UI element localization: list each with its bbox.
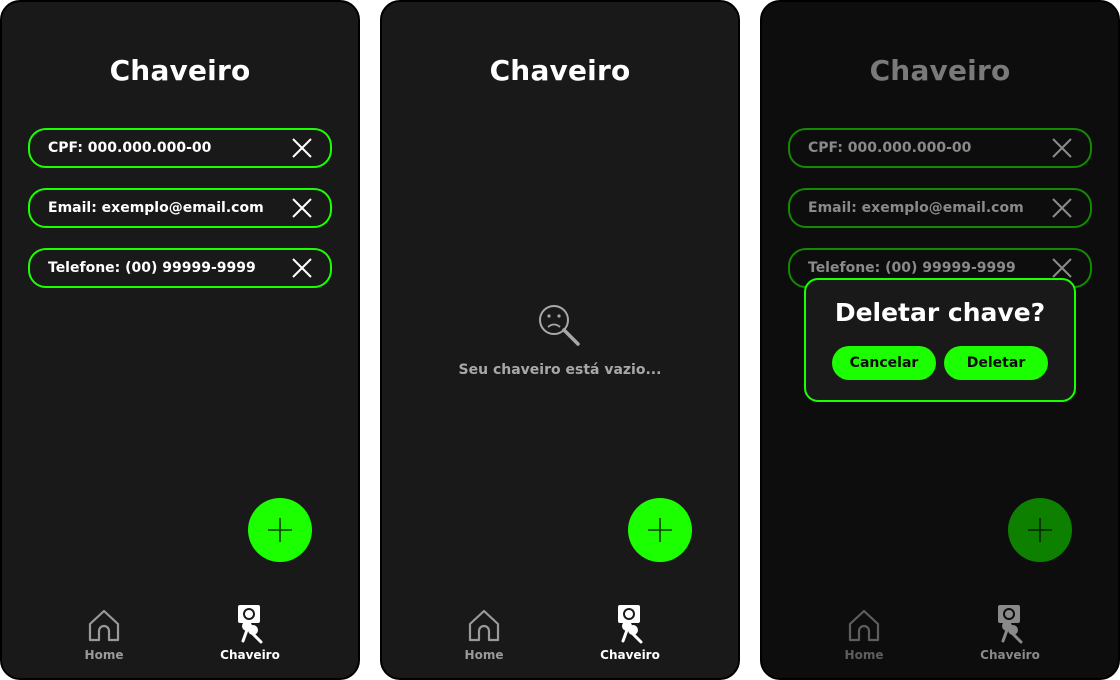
key-item-email: Email: exemplo@email.com — [28, 188, 332, 228]
nav-item-chaveiro[interactable]: Chaveiro — [598, 604, 662, 662]
plus-icon — [1028, 518, 1052, 542]
key-item-cpf: CPF: 000.000.000-00 — [28, 128, 332, 168]
home-icon — [88, 609, 120, 642]
screen-delete-confirm: Chaveiro CPF: 000.000.000-00 Email: exem… — [760, 0, 1120, 680]
nav-item-home[interactable]: Home — [82, 604, 126, 662]
dialog-title: Deletar chave? — [834, 298, 1046, 327]
nav-label-chaveiro: Chaveiro — [600, 648, 660, 662]
close-icon[interactable] — [290, 136, 314, 160]
bottom-nav: Home Chaveiro — [2, 604, 358, 664]
screen-keychain-list: Chaveiro CPF: 000.000.000-00 Email: exem… — [0, 0, 360, 680]
nav-item-chaveiro[interactable]: Chaveiro — [218, 604, 282, 662]
close-icon[interactable] — [1050, 256, 1074, 280]
delete-button[interactable]: Deletar — [944, 346, 1048, 380]
key-label: CPF: 000.000.000-00 — [808, 140, 972, 156]
keychain-icon — [618, 605, 643, 644]
delete-dialog: Deletar chave? Cancelar Deletar — [804, 278, 1076, 402]
key-item-cpf: CPF: 000.000.000-00 — [788, 128, 1092, 168]
nav-label-chaveiro: Chaveiro — [980, 648, 1040, 662]
empty-state: Seu chaveiro está vazio... — [382, 302, 738, 378]
search-sad-icon — [539, 305, 580, 346]
screen-keychain-empty: Chaveiro Seu chaveiro está vazio... Home — [380, 0, 740, 680]
nav-label-home: Home — [844, 648, 884, 662]
nav-item-home[interactable]: Home — [462, 604, 506, 662]
close-icon[interactable] — [1050, 196, 1074, 220]
nav-label-home: Home — [84, 648, 124, 662]
keychain-icon — [238, 605, 263, 644]
nav-label-home: Home — [464, 648, 504, 662]
key-item-phone: Telefone: (00) 99999-9999 — [28, 248, 332, 288]
page-title: Chaveiro — [109, 54, 251, 87]
add-key-button[interactable] — [628, 498, 692, 562]
key-label: Email: exemplo@email.com — [48, 200, 264, 216]
page-title: Chaveiro — [869, 54, 1011, 87]
page-title: Chaveiro — [489, 54, 631, 87]
home-icon — [468, 609, 500, 642]
add-key-button[interactable] — [1008, 498, 1072, 562]
add-key-button[interactable] — [248, 498, 312, 562]
nav-item-home[interactable]: Home — [842, 604, 886, 662]
cancel-button[interactable]: Cancelar — [832, 346, 936, 380]
bottom-nav: Home Chaveiro — [762, 604, 1118, 664]
plus-icon — [648, 518, 672, 542]
keychain-icon — [998, 605, 1023, 644]
home-icon — [848, 609, 880, 642]
key-label: CPF: 000.000.000-00 — [48, 140, 212, 156]
close-icon[interactable] — [290, 196, 314, 220]
key-list: CPF: 000.000.000-00 Email: exemplo@email… — [28, 128, 332, 308]
bottom-nav: Home Chaveiro — [382, 604, 738, 664]
key-item-email: Email: exemplo@email.com — [788, 188, 1092, 228]
close-icon[interactable] — [1050, 136, 1074, 160]
key-label: Email: exemplo@email.com — [808, 200, 1024, 216]
key-label: Telefone: (00) 99999-9999 — [808, 260, 1016, 276]
close-icon[interactable] — [290, 256, 314, 280]
nav-label-chaveiro: Chaveiro — [220, 648, 280, 662]
nav-item-chaveiro[interactable]: Chaveiro — [978, 604, 1042, 662]
plus-icon — [268, 518, 292, 542]
empty-message: Seu chaveiro está vazio... — [458, 362, 662, 378]
key-label: Telefone: (00) 99999-9999 — [48, 260, 256, 276]
